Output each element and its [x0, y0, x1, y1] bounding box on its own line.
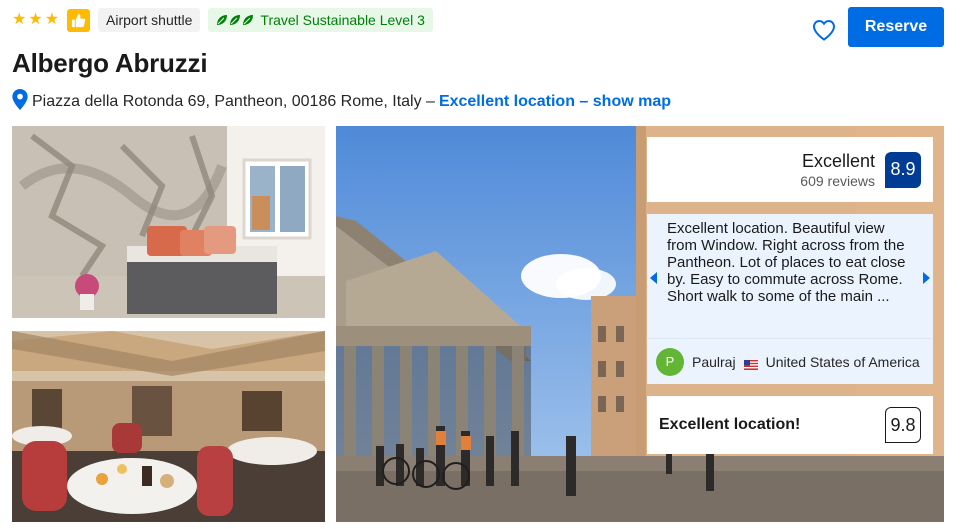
bedroom-photo[interactable] — [12, 126, 325, 318]
review-count: 609 reviews — [800, 172, 875, 189]
property-badges-row: ★ ★ ★ Airport shuttle Travel Sustainable… — [12, 8, 433, 32]
reserve-button[interactable]: Reserve — [848, 7, 944, 47]
review-score-text: Excellent 609 reviews — [800, 151, 875, 189]
review-score-badge: 8.9 — [885, 151, 921, 188]
previous-review-arrow[interactable] — [647, 258, 661, 298]
review-score-card[interactable]: Excellent 609 reviews 8.9 — [647, 137, 933, 202]
location-score-label: Excellent location! — [659, 416, 801, 433]
next-review-arrow[interactable] — [919, 258, 933, 298]
address-text: Piazza della Rotonda 69, Pantheon, 00186… — [32, 93, 435, 110]
airport-shuttle-label: Airport shuttle — [106, 12, 193, 28]
rating-word: Excellent — [801, 150, 875, 171]
travel-sustainable-badge[interactable]: Travel Sustainable Level 3 — [208, 8, 433, 32]
show-map-link[interactable]: Excellent location – show map — [439, 93, 671, 111]
reviewer-avatar: P — [656, 347, 684, 376]
save-heart-icon[interactable] — [812, 19, 836, 41]
airport-shuttle-badge: Airport shuttle — [98, 8, 201, 32]
us-flag-icon — [743, 357, 758, 370]
review-quote-text: Excellent location. Beautiful view from … — [667, 220, 906, 305]
map-pin-icon — [12, 89, 28, 115]
star-icon: ★ — [44, 11, 60, 28]
reviewer-name: Paulraj — [692, 353, 736, 370]
location-score-card[interactable]: Excellent location! 9.8 — [647, 396, 933, 454]
featured-review-card: Excellent location. Beautiful view from … — [647, 214, 933, 338]
property-title: Albergo Abruzzi — [12, 48, 208, 78]
star-icon: ★ — [12, 11, 27, 28]
star-rating: ★ ★ ★ — [12, 12, 59, 28]
restaurant-terrace-photo[interactable] — [12, 331, 325, 522]
reviewer-row: P Paulraj United States of America — [647, 338, 933, 384]
leaf-icon — [216, 14, 254, 26]
star-icon: ★ — [28, 11, 43, 28]
thumbs-up-icon[interactable] — [67, 8, 91, 32]
reviewer-country: United States of America — [765, 353, 920, 370]
address-row: Piazza della Rotonda 69, Pantheon, 00186… — [12, 89, 671, 115]
travel-sustainable-label: Travel Sustainable Level 3 — [260, 12, 425, 28]
location-score-badge: 9.8 — [885, 407, 921, 443]
